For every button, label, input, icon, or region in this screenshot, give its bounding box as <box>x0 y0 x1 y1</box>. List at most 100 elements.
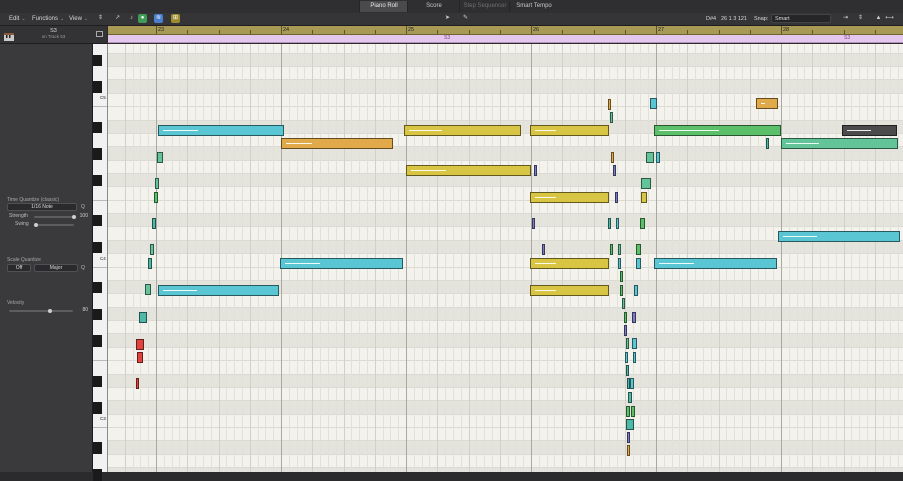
midi-note[interactable] <box>634 285 638 296</box>
midi-in-icon[interactable]: ↗ <box>113 14 122 23</box>
midi-note[interactable] <box>630 378 634 389</box>
tab-piano-roll[interactable]: Piano Roll <box>359 1 408 12</box>
region-settings-icon[interactable] <box>96 31 103 37</box>
midi-note[interactable] <box>608 218 611 229</box>
midi-note[interactable] <box>620 285 623 296</box>
midi-note[interactable] <box>158 285 279 296</box>
midi-note[interactable] <box>624 325 627 336</box>
time-quantize-select[interactable]: 1/16 Note <box>7 203 77 211</box>
midi-note[interactable] <box>626 338 629 349</box>
midi-note[interactable] <box>530 285 609 296</box>
midi-note[interactable] <box>756 98 778 109</box>
midi-note[interactable] <box>641 192 647 203</box>
midi-note[interactable] <box>622 298 625 309</box>
region-strip[interactable]: S3 S3 <box>108 35 903 43</box>
horizontal-zoom-icon[interactable]: ⟷ <box>885 14 894 23</box>
black-key[interactable] <box>93 81 102 93</box>
midi-note[interactable] <box>646 152 654 163</box>
midi-note[interactable] <box>626 419 634 430</box>
velocity-slider[interactable] <box>9 310 73 312</box>
midi-note[interactable] <box>406 165 531 176</box>
midi-note[interactable] <box>139 312 147 323</box>
midi-note[interactable] <box>636 244 641 255</box>
midi-note[interactable] <box>641 178 651 189</box>
black-key[interactable] <box>93 442 102 454</box>
midi-note[interactable] <box>654 258 777 269</box>
black-key[interactable] <box>93 335 102 347</box>
midi-note[interactable] <box>632 338 637 349</box>
black-key[interactable] <box>93 121 102 133</box>
midi-note[interactable] <box>650 98 657 109</box>
midi-note[interactable] <box>781 138 898 149</box>
black-key[interactable] <box>93 402 102 414</box>
midi-note[interactable] <box>157 152 163 163</box>
midi-note[interactable] <box>530 125 609 136</box>
midi-note[interactable] <box>532 218 535 229</box>
midi-note[interactable] <box>610 244 613 255</box>
midi-note[interactable] <box>640 218 645 229</box>
midi-note[interactable] <box>654 125 781 136</box>
swing-slider[interactable] <box>34 224 74 226</box>
midi-note[interactable] <box>608 99 611 110</box>
fit-icon[interactable]: ⇥ <box>841 14 850 23</box>
midi-note[interactable] <box>615 192 618 203</box>
midi-note[interactable] <box>625 352 628 363</box>
midi-note[interactable] <box>620 271 623 282</box>
snap-select[interactable]: Smart <box>771 14 831 23</box>
catch-playhead-icon[interactable]: ⇕ <box>96 14 105 23</box>
waveform-icon[interactable]: ▲ <box>874 14 883 23</box>
midi-note[interactable] <box>778 231 900 242</box>
vertical-zoom-icon[interactable]: ⇕ <box>856 14 865 23</box>
black-key[interactable] <box>93 148 102 160</box>
view-menu[interactable]: View ⌄ <box>69 14 88 24</box>
velocity-knob[interactable] <box>48 309 53 313</box>
midi-note[interactable] <box>766 138 769 149</box>
midi-note[interactable] <box>633 352 636 363</box>
time-quantize-apply[interactable]: Q <box>81 204 85 210</box>
midi-note[interactable] <box>656 152 660 163</box>
midi-note[interactable] <box>628 392 632 403</box>
midi-note[interactable] <box>616 218 619 229</box>
midi-note[interactable] <box>613 165 616 176</box>
filter-icon[interactable]: ≋ <box>154 14 163 23</box>
midi-note[interactable] <box>136 339 144 350</box>
functions-menu[interactable]: Functions ⌄ <box>32 14 64 24</box>
edit-menu[interactable]: Edit ⌄ <box>9 14 26 24</box>
midi-note[interactable] <box>154 192 158 203</box>
note-grid[interactable] <box>108 44 903 472</box>
pointer-tool-icon[interactable]: ➤ <box>443 14 452 23</box>
scale-quantize-root-select[interactable]: Off <box>7 264 31 272</box>
midi-note[interactable] <box>136 378 139 389</box>
black-key[interactable] <box>93 375 102 387</box>
midi-note[interactable] <box>632 312 636 323</box>
pencil-tool-icon[interactable]: ✎ <box>461 14 470 23</box>
collapse-icon[interactable]: ⊞ <box>171 14 180 23</box>
piano-keyboard[interactable]: C5 C4 C3 <box>93 44 108 481</box>
midi-note[interactable] <box>158 125 284 136</box>
midi-note[interactable] <box>530 258 609 269</box>
tab-score[interactable]: Score <box>407 1 460 12</box>
midi-note[interactable] <box>631 406 635 417</box>
bar-ruler[interactable]: 23 24 25 26 27 28 <box>108 26 903 35</box>
midi-note[interactable] <box>404 125 521 136</box>
midi-note[interactable] <box>137 352 143 363</box>
strength-slider[interactable] <box>34 216 74 218</box>
tab-step-sequencer[interactable]: Step Sequencer <box>459 1 510 12</box>
midi-note[interactable] <box>155 178 159 189</box>
midi-note[interactable] <box>618 244 621 255</box>
midi-note[interactable] <box>636 258 641 269</box>
black-key[interactable] <box>93 175 102 187</box>
midi-note[interactable] <box>530 192 609 203</box>
midi-out-icon[interactable]: ♪ <box>127 14 136 23</box>
scale-quantize-scale-select[interactable]: Major <box>34 264 78 272</box>
midi-note[interactable] <box>626 406 630 417</box>
black-key[interactable] <box>93 54 102 67</box>
tab-smart-tempo[interactable]: Smart Tempo <box>509 1 558 12</box>
midi-note[interactable] <box>610 112 613 123</box>
midi-note[interactable] <box>281 138 393 149</box>
midi-note[interactable] <box>842 125 897 136</box>
midi-note[interactable] <box>280 258 403 269</box>
black-key[interactable] <box>93 308 102 321</box>
scale-quantize-apply[interactable]: Q <box>81 265 85 271</box>
midi-note[interactable] <box>627 432 630 443</box>
